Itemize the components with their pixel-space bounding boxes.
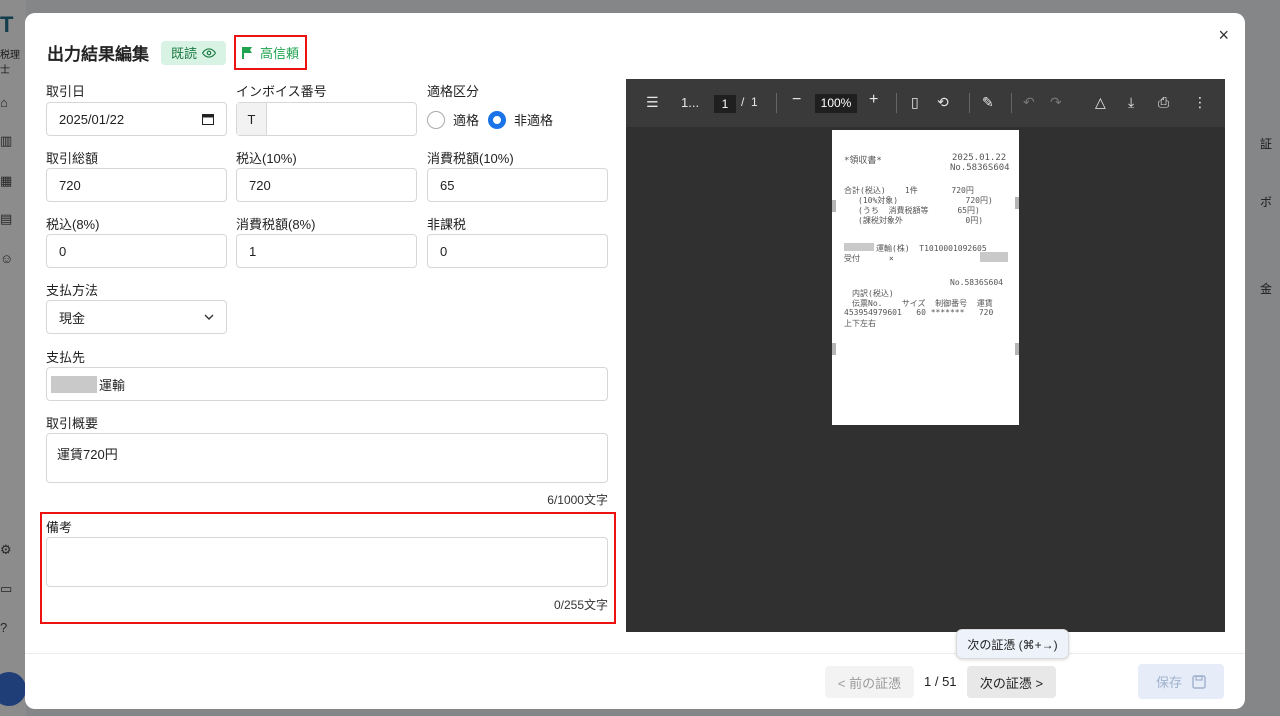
radio-circle-qualified[interactable] (427, 110, 445, 129)
tax10-input[interactable]: 720 (236, 168, 417, 202)
high-trust-badge: 高信頼 (234, 35, 308, 70)
page-number-input[interactable]: 1 (714, 95, 736, 113)
invoice-prefix: T (237, 103, 267, 135)
read-badge: 既読 (161, 40, 227, 65)
invoice-input[interactable]: T (236, 102, 417, 136)
radio-qualified-label: 適格 (453, 113, 480, 128)
flag-icon (242, 46, 253, 59)
receipt-received: 受付 × (844, 254, 894, 263)
chevron-down-icon (204, 314, 214, 320)
receipt-detail-foot: 上下左右 (844, 319, 876, 328)
page-marker (1015, 343, 1019, 355)
undo-icon[interactable]: ↶ (1023, 94, 1035, 111)
summary-textarea[interactable]: 運賃720円 (46, 433, 608, 483)
radio-qualified[interactable]: 適格 (427, 110, 479, 129)
save-icon (1192, 674, 1206, 689)
pay-method-value: 現金 (59, 310, 86, 326)
modal-title: 出力結果編集 (47, 45, 149, 64)
pay-method-label: 支払方法 (46, 283, 99, 298)
radio-circle-non-qualified[interactable] (488, 110, 506, 129)
nontax-label: 非課税 (427, 217, 467, 232)
annotate-icon[interactable]: ✎ (982, 94, 994, 111)
summary-label: 取引概要 (46, 416, 99, 431)
nontax-input[interactable]: 0 (427, 234, 608, 268)
total-input[interactable]: 720 (46, 168, 227, 202)
page-marker (1015, 197, 1019, 209)
download-icon[interactable]: ⤓ (1128, 94, 1134, 111)
tax10-label: 税込(10%) (236, 151, 297, 166)
rotate-icon[interactable]: ⟲ (937, 94, 949, 111)
qualify-label: 適格区分 (427, 84, 480, 99)
toolbar-divider (969, 93, 970, 113)
date-input[interactable]: 2025/01/22 (46, 102, 227, 136)
receipt-date: 2025.01.22 (952, 153, 1007, 163)
receipt-detail-row: 453954979601 60 ******* 720 (844, 308, 994, 317)
pdf-doc-title: 1... (681, 95, 700, 110)
payee-value: 運輸 (99, 377, 126, 393)
pdf-toolbar: ☰ 1... 1 / 1 − 100% + ▯ ⟲ ✎ ↶ ↷ △ ⤓ ⎙ ⋮ (626, 79, 1225, 127)
toolbar-divider (896, 93, 897, 113)
redacted-block (844, 243, 874, 251)
drive-add-icon[interactable]: △ (1095, 94, 1106, 111)
redacted-block (980, 252, 1008, 262)
ctax10-label: 消費税額(10%) (427, 151, 514, 166)
edit-result-modal: 出力結果編集 既読 高信頼 × 取引日 2025/01/22 インボイス番号 T… (25, 13, 1245, 709)
ctax8-input[interactable]: 1 (236, 234, 417, 268)
date-label: 取引日 (46, 84, 86, 99)
payee-input[interactable]: 運輸 (46, 367, 608, 401)
pay-method-select[interactable]: 現金 (46, 300, 227, 334)
print-icon[interactable]: ⎙ (1158, 94, 1169, 111)
receipt-heading: *領収書* (844, 156, 882, 166)
total-label: 取引総額 (46, 151, 99, 166)
radio-non-qualified[interactable]: 非適格 (488, 110, 553, 129)
remarks-highlight (40, 512, 616, 624)
next-button[interactable]: 次の証憑 > (967, 666, 1056, 698)
zoom-in-icon[interactable]: + (869, 91, 878, 109)
ctax8-label: 消費税額(8%) (236, 217, 316, 232)
save-button[interactable]: 保存 (1138, 664, 1224, 699)
toolbar-divider (776, 93, 777, 113)
tax8-input[interactable]: 0 (46, 234, 227, 268)
redacted-block (51, 375, 97, 393)
redo-icon[interactable]: ↷ (1050, 94, 1062, 111)
eye-icon (202, 47, 217, 58)
fit-page-icon[interactable]: ▯ (911, 94, 919, 111)
zoom-input[interactable]: 100% (815, 94, 857, 113)
pdf-viewer: ☰ 1... 1 / 1 − 100% + ▯ ⟲ ✎ ↶ ↷ △ ⤓ ⎙ ⋮ (626, 79, 1225, 632)
more-vert-icon[interactable]: ⋮ (1193, 94, 1207, 111)
receipt-no: No.5836S604 (950, 163, 1010, 173)
zoom-out-icon[interactable]: − (792, 91, 801, 109)
calendar-icon[interactable] (202, 113, 214, 125)
receipt-company-text: 運輸(株) T1010001092605 (876, 244, 987, 253)
date-value: 2025/01/22 (59, 111, 125, 127)
page-marker (832, 200, 836, 212)
save-label: 保存 (1155, 675, 1182, 690)
prev-button[interactable]: < 前の証憑 (825, 666, 914, 698)
ctax10-input[interactable]: 65 (427, 168, 608, 202)
page-total: 1 (751, 95, 758, 109)
next-tooltip: 次の証憑 (⌘+→) (956, 629, 1069, 659)
invoice-label: インボイス番号 (236, 84, 327, 99)
receipt-line-4: (課税対象外 0円) (858, 216, 984, 225)
receipt-no-2: No.5836S604 (950, 278, 1003, 287)
high-trust-label: 高信頼 (260, 46, 300, 61)
modal-header: 出力結果編集 既読 高信頼 (47, 35, 308, 70)
tax8-label: 税込(8%) (46, 217, 100, 232)
close-icon[interactable]: × (1218, 25, 1229, 46)
pager-text: 1 / 51 (924, 674, 957, 689)
summary-counter: 6/1000文字 (547, 493, 608, 507)
receipt-page: *領収書* 2025.01.22 No.5836S604 合計(税込) 1件 7… (832, 130, 1019, 425)
radio-non-qualified-label: 非適格 (514, 113, 554, 128)
toolbar-divider (1011, 93, 1012, 113)
payee-label: 支払先 (46, 350, 86, 365)
page-separator: / (741, 95, 745, 109)
page-marker (832, 343, 836, 355)
read-badge-label: 既読 (171, 46, 198, 61)
menu-icon[interactable]: ☰ (646, 94, 659, 111)
